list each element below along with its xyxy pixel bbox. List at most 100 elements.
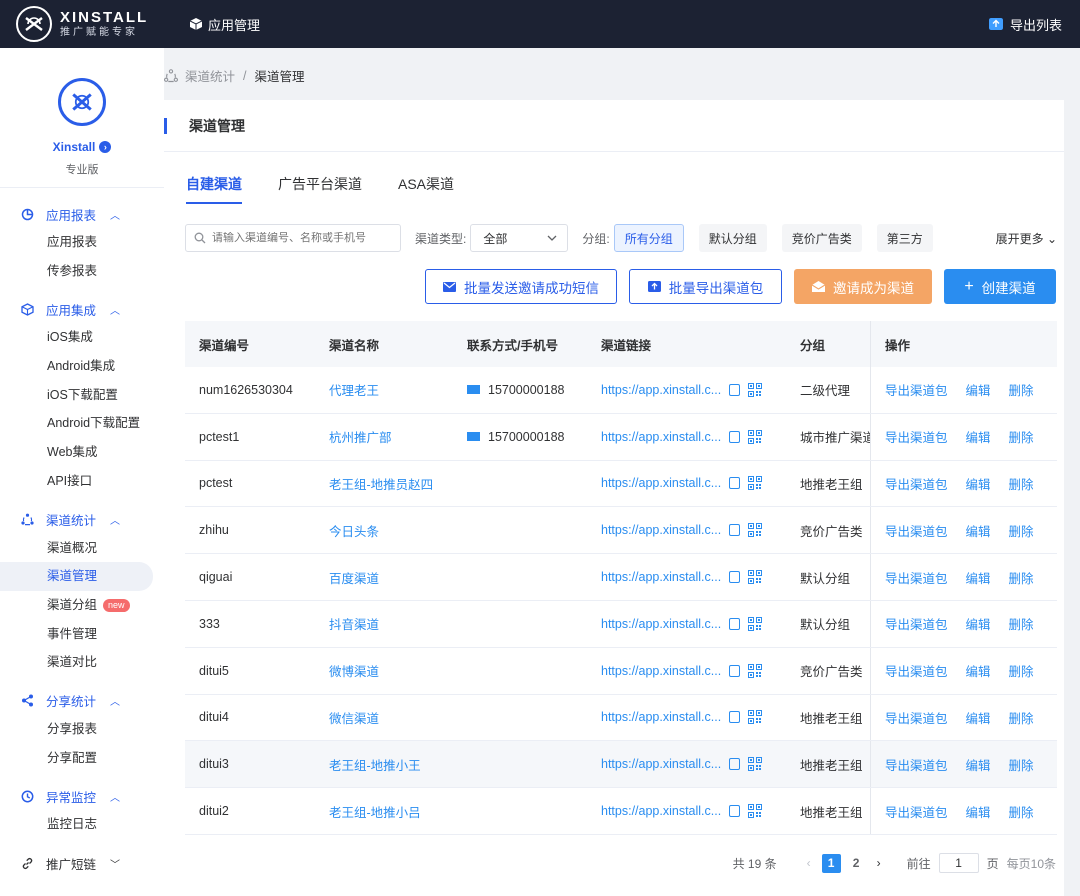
edit-link[interactable]: 编辑 [966, 521, 991, 540]
page-number-2[interactable]: 2 [847, 854, 866, 873]
delete-link[interactable]: 删除 [1009, 474, 1034, 493]
channel-link[interactable]: https://app.xinstall.c... [601, 757, 721, 771]
export-package-link[interactable]: 导出渠道包 [885, 568, 948, 587]
export-package-link[interactable]: 导出渠道包 [885, 755, 948, 774]
sidebar-item-ios-integration[interactable]: iOS集成 [0, 323, 164, 352]
copy-icon[interactable] [729, 617, 741, 630]
delete-link[interactable]: 删除 [1009, 802, 1034, 821]
export-package-link[interactable]: 导出渠道包 [885, 708, 948, 727]
search-box[interactable] [185, 224, 401, 252]
menu-group-app-integration[interactable]: 应用集成 ︿ [0, 295, 164, 323]
edit-link[interactable]: 编辑 [966, 661, 991, 680]
delete-link[interactable]: 删除 [1009, 521, 1034, 540]
menu-group-channel-stats[interactable]: 渠道统计 ︿ [0, 506, 164, 534]
batch-send-sms-button[interactable]: 批量发送邀请成功短信 [425, 269, 617, 304]
menu-group-share-stats[interactable]: 分享统计 ︿ [0, 687, 164, 715]
sidebar-item-share-report[interactable]: 分享报表 [0, 715, 164, 744]
group-chip-all[interactable]: 所有分组 [613, 224, 684, 252]
qr-code-icon[interactable] [748, 757, 763, 772]
sidebar-item-channel-management[interactable]: 渠道管理 [0, 562, 153, 591]
sidebar-item-web-integration[interactable]: Web集成 [0, 438, 164, 467]
copy-icon[interactable] [729, 524, 741, 537]
channel-link[interactable]: https://app.xinstall.c... [601, 383, 721, 397]
cell-channel-name-link[interactable]: 杭州推广部 [329, 431, 392, 445]
edit-link[interactable]: 编辑 [966, 380, 991, 399]
copy-icon[interactable] [729, 477, 741, 490]
channel-link[interactable]: https://app.xinstall.c... [601, 804, 721, 818]
cell-channel-name-link[interactable]: 老王组-地推小王 [329, 759, 421, 773]
channel-link[interactable]: https://app.xinstall.c... [601, 570, 721, 584]
qr-code-icon[interactable] [748, 570, 763, 585]
export-package-link[interactable]: 导出渠道包 [885, 427, 948, 446]
sidebar-item-channel-overview[interactable]: 渠道概况 [0, 534, 164, 563]
cell-channel-name-link[interactable]: 老王组-地推员赵四 [329, 478, 433, 492]
qr-code-icon[interactable] [748, 476, 763, 491]
sidebar-item-android-download-config[interactable]: Android下载配置 [0, 409, 164, 438]
sidebar-item-event-management[interactable]: 事件管理 [0, 620, 164, 649]
qr-code-icon[interactable] [748, 523, 763, 538]
qr-code-icon[interactable] [748, 382, 763, 397]
group-chip-third-party[interactable]: 第三方 [876, 224, 933, 252]
delete-link[interactable]: 删除 [1009, 380, 1034, 399]
cell-channel-name-link[interactable]: 今日头条 [329, 525, 379, 539]
sidebar-item-monitor-log[interactable]: 监控日志 [0, 810, 164, 839]
export-list-button[interactable]: 导出列表 [988, 15, 1062, 34]
edit-link[interactable]: 编辑 [966, 568, 991, 587]
channel-link[interactable]: https://app.xinstall.c... [601, 523, 721, 537]
delete-link[interactable]: 删除 [1009, 708, 1034, 727]
channel-link[interactable]: https://app.xinstall.c... [601, 476, 721, 490]
channel-type-select[interactable]: 全部 [470, 224, 569, 252]
qr-code-icon[interactable] [748, 804, 763, 819]
delete-link[interactable]: 删除 [1009, 661, 1034, 680]
copy-icon[interactable] [729, 571, 741, 584]
nav-app-management[interactable]: 应用管理 [190, 15, 260, 34]
channel-link[interactable]: https://app.xinstall.c... [601, 710, 721, 724]
channel-link[interactable]: https://app.xinstall.c... [601, 664, 721, 678]
qr-code-icon[interactable] [748, 710, 763, 725]
delete-link[interactable]: 删除 [1009, 755, 1034, 774]
copy-icon[interactable] [729, 664, 741, 677]
account-name[interactable]: Xinstall › [53, 140, 112, 154]
cell-channel-name-link[interactable]: 微信渠道 [329, 712, 379, 726]
export-package-link[interactable]: 导出渠道包 [885, 661, 948, 680]
sidebar-item-app-report[interactable]: 应用报表 [0, 228, 164, 257]
edit-link[interactable]: 编辑 [966, 708, 991, 727]
brand-logo[interactable]: XINSTALL 推广赋能专家 [0, 6, 190, 42]
tab-self-built-channels[interactable]: 自建渠道 [186, 174, 242, 204]
edit-link[interactable]: 编辑 [966, 427, 991, 446]
copy-icon[interactable] [729, 805, 741, 818]
tab-ad-platform-channels[interactable]: 广告平台渠道 [278, 174, 362, 204]
tab-asa-channels[interactable]: ASA渠道 [398, 174, 454, 204]
channel-link[interactable]: https://app.xinstall.c... [601, 430, 721, 444]
cell-channel-name-link[interactable]: 抖音渠道 [329, 618, 379, 632]
create-channel-button[interactable]: + 创建渠道 [944, 269, 1056, 304]
invite-channel-button[interactable]: 邀请成为渠道 [794, 269, 932, 304]
breadcrumb-parent[interactable]: 渠道统计 [185, 66, 235, 85]
menu-group-short-links[interactable]: 推广短链 ﹀ [0, 849, 164, 877]
export-package-link[interactable]: 导出渠道包 [885, 614, 948, 633]
export-package-link[interactable]: 导出渠道包 [885, 380, 948, 399]
edit-link[interactable]: 编辑 [966, 755, 991, 774]
delete-link[interactable]: 删除 [1009, 614, 1034, 633]
export-package-link[interactable]: 导出渠道包 [885, 521, 948, 540]
menu-group-anomaly-monitor[interactable]: 异常监控 ︿ [0, 782, 164, 810]
batch-export-packages-button[interactable]: 批量导出渠道包 [629, 269, 782, 304]
export-package-link[interactable]: 导出渠道包 [885, 474, 948, 493]
page-number-1[interactable]: 1 [821, 853, 841, 873]
group-chip-bidding-ads[interactable]: 竞价广告类 [781, 224, 862, 252]
sidebar-item-share-config[interactable]: 分享配置 [0, 744, 164, 773]
cell-channel-name-link[interactable]: 微博渠道 [329, 665, 379, 679]
cell-channel-name-link[interactable]: 代理老王 [329, 384, 379, 398]
qr-code-icon[interactable] [748, 429, 763, 444]
export-package-link[interactable]: 导出渠道包 [885, 802, 948, 821]
menu-group-app-reports[interactable]: 应用报表 ︿ [0, 200, 164, 228]
delete-link[interactable]: 删除 [1009, 568, 1034, 587]
edit-link[interactable]: 编辑 [966, 614, 991, 633]
sidebar-item-channel-compare[interactable]: 渠道对比 [0, 648, 164, 677]
next-page-icon[interactable]: › [877, 856, 881, 870]
sidebar-item-ios-download-config[interactable]: iOS下载配置 [0, 381, 164, 410]
goto-page-input[interactable] [938, 853, 979, 873]
prev-page-icon[interactable]: ‹ [807, 856, 811, 870]
channel-link[interactable]: https://app.xinstall.c... [601, 617, 721, 631]
cell-channel-name-link[interactable]: 百度渠道 [329, 572, 379, 586]
